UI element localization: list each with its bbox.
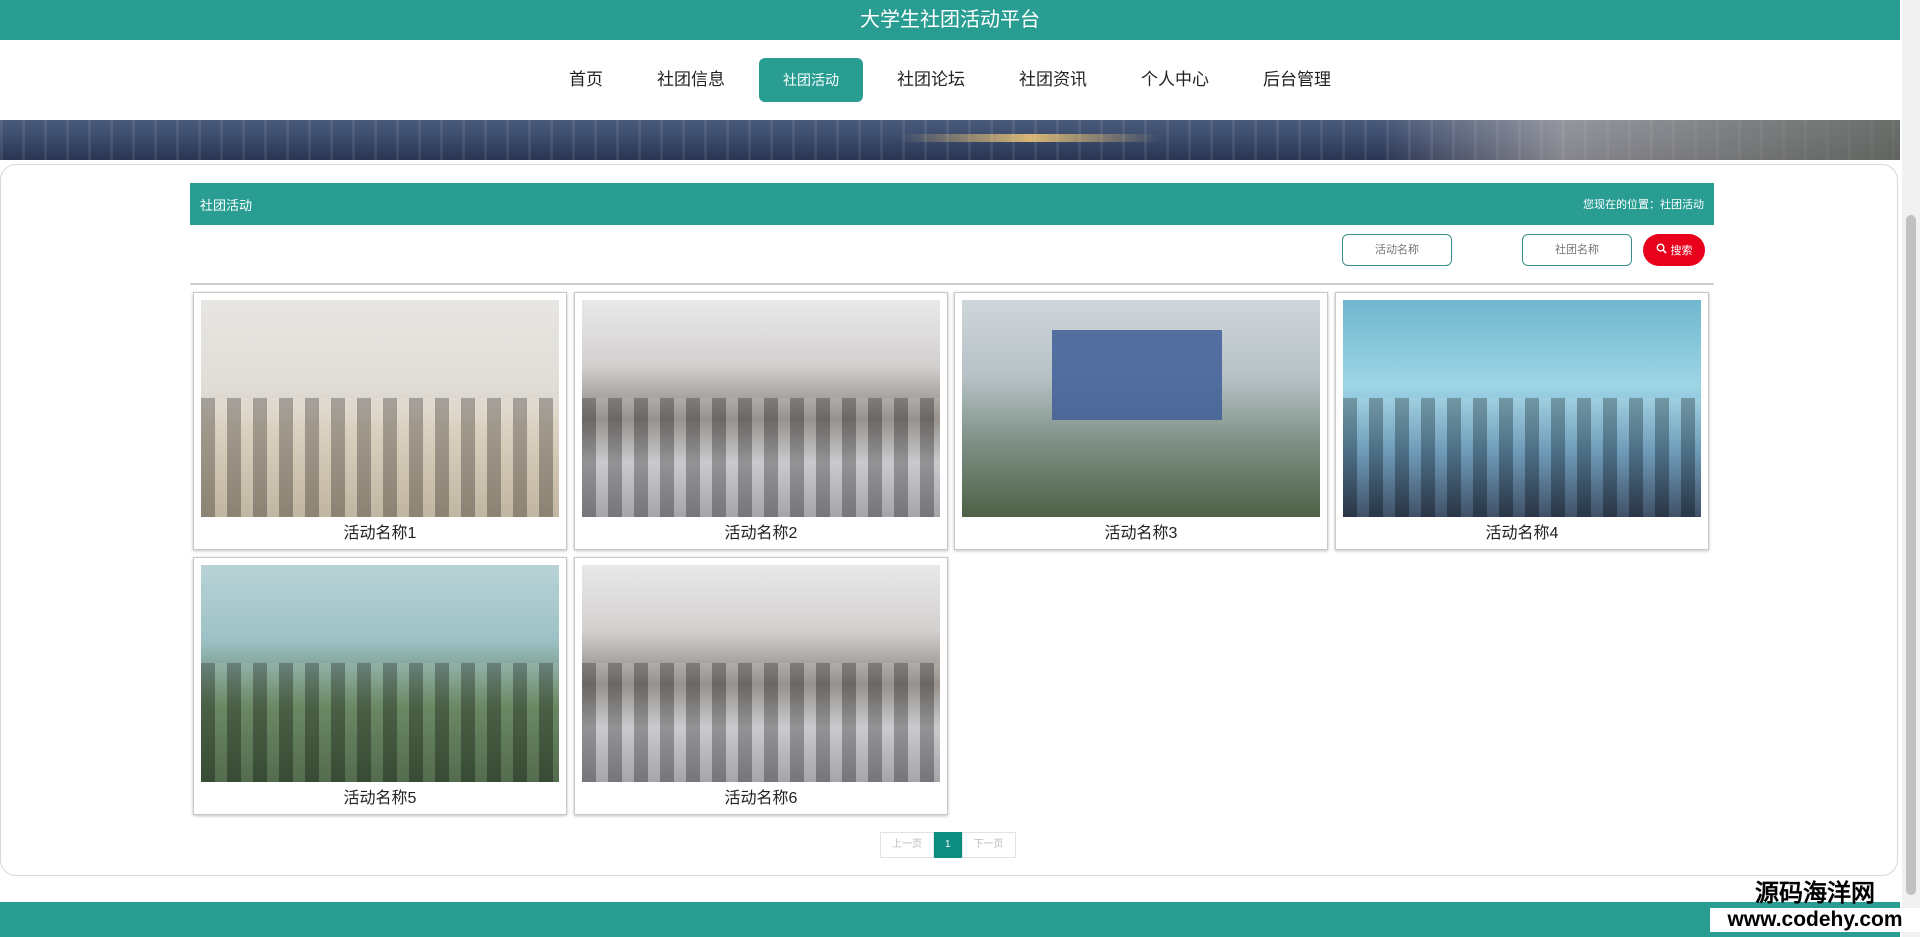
activity-name-input[interactable] bbox=[1342, 234, 1452, 266]
activity-photo bbox=[201, 300, 559, 517]
nav-item-club-info[interactable]: 社团信息 bbox=[637, 58, 745, 102]
activity-name: 活动名称2 bbox=[724, 525, 798, 542]
prev-page-button[interactable]: 上一页 bbox=[880, 832, 934, 858]
activity-photo bbox=[582, 565, 940, 782]
page-scrollbar[interactable] bbox=[1902, 0, 1920, 937]
activity-name: 活动名称1 bbox=[343, 525, 417, 542]
nav-item-personal-center[interactable]: 个人中心 bbox=[1121, 58, 1229, 102]
activity-photo bbox=[1343, 300, 1701, 517]
activity-card[interactable]: 活动名称6 bbox=[574, 557, 948, 815]
activity-photo bbox=[582, 300, 940, 517]
site-title-bar: 大学生社团活动平台 bbox=[0, 0, 1900, 40]
main-nav: 首页 社团信息 社团活动 社团论坛 社团资讯 个人中心 后台管理 bbox=[0, 40, 1900, 120]
nav-item-admin[interactable]: 后台管理 bbox=[1243, 58, 1351, 102]
banner-cityscape bbox=[1380, 120, 1900, 160]
watermark-line2: www.codehy.com bbox=[1710, 908, 1920, 932]
pagination: 上一页 1 下一页 bbox=[880, 832, 1016, 858]
activity-photo bbox=[201, 565, 559, 782]
activity-name: 活动名称4 bbox=[1485, 525, 1559, 542]
section-header: 社团活动 您现在的位置：社团活动 bbox=[190, 183, 1714, 225]
banner-lights bbox=[900, 134, 1160, 142]
activity-card[interactable]: 活动名称1 bbox=[193, 292, 567, 550]
activity-photo bbox=[962, 300, 1320, 517]
activity-card[interactable]: 活动名称5 bbox=[193, 557, 567, 815]
activity-card[interactable]: 活动名称3 bbox=[954, 292, 1328, 550]
watermark-line1: 源码海洋网 bbox=[1755, 880, 1875, 907]
site-title: 大学生社团活动平台 bbox=[860, 9, 1040, 31]
banner-image bbox=[0, 120, 1900, 160]
toolbar-divider bbox=[190, 283, 1714, 285]
scrollbar-thumb[interactable] bbox=[1906, 215, 1916, 895]
nav-item-club-forum[interactable]: 社团论坛 bbox=[877, 58, 985, 102]
section-title: 社团活动 bbox=[200, 197, 253, 213]
search-button[interactable]: 搜索 bbox=[1643, 234, 1705, 266]
next-page-button[interactable]: 下一页 bbox=[961, 832, 1016, 858]
activity-card[interactable]: 活动名称2 bbox=[574, 292, 948, 550]
activity-name: 活动名称6 bbox=[724, 790, 798, 807]
activity-name: 活动名称3 bbox=[1104, 525, 1178, 542]
search-icon bbox=[1656, 243, 1667, 257]
current-page-button[interactable]: 1 bbox=[934, 832, 962, 858]
activity-card[interactable]: 活动名称4 bbox=[1335, 292, 1709, 550]
breadcrumb: 您现在的位置：社团活动 bbox=[1583, 199, 1704, 211]
activity-name: 活动名称5 bbox=[343, 790, 417, 807]
watermark: 源码海洋网 www.codehy.com bbox=[1710, 880, 1920, 932]
nav-item-club-activities[interactable]: 社团活动 bbox=[759, 58, 863, 102]
nav-item-home[interactable]: 首页 bbox=[549, 58, 623, 102]
nav-item-club-news[interactable]: 社团资讯 bbox=[999, 58, 1107, 102]
footer-bar bbox=[0, 902, 1900, 937]
search-button-label: 搜索 bbox=[1670, 245, 1693, 257]
club-name-input[interactable] bbox=[1522, 234, 1632, 266]
